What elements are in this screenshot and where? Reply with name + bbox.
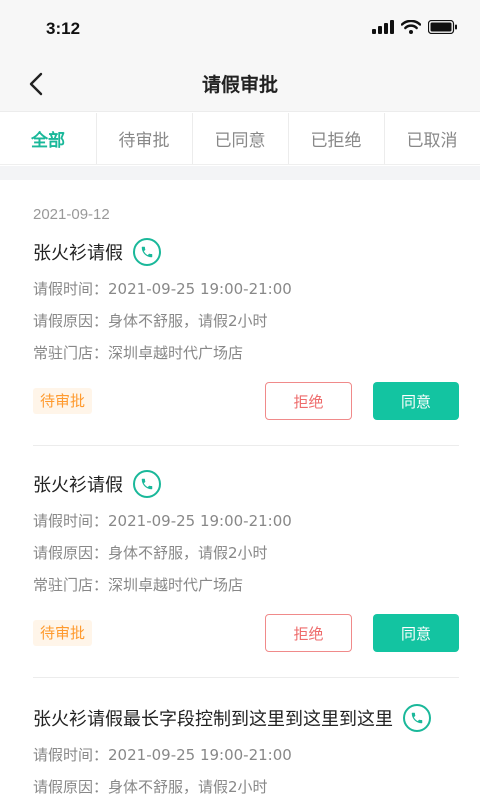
leave-time-value: 2021-09-25 19:00-21:00 [108,512,292,530]
approve-button[interactable]: 同意 [373,614,459,652]
nav-bar: 请假审批 [0,56,480,112]
leave-time-label: 请假时间： [33,512,109,530]
status-badge: 待审批 [33,388,93,414]
battery-icon [428,20,457,34]
leave-reason-row: 请假原因：身体不舒服，请假2小时 [33,542,268,563]
store-label: 常驻门店： [33,344,109,362]
leave-reason-label: 请假原因： [33,544,109,562]
leave-time-label: 请假时间： [33,280,109,298]
leave-reason-row: 请假原因：身体不舒服，请假2小时 [33,776,268,797]
phone-icon[interactable] [133,470,161,498]
store-row: 常驻门店：深圳卓越时代广场店 [33,342,243,363]
status-bar: 3:12 [0,0,480,56]
leave-time-row: 请假时间：2021-09-25 19:00-21:00 [33,510,292,531]
page-title: 请假审批 [201,74,278,96]
applicant-name: 张火衫请假最长字段控制到这里到这里到这里 [33,709,393,730]
reject-button[interactable]: 拒绝 [265,382,352,420]
wifi-icon [401,20,421,34]
reject-button[interactable]: 拒绝 [265,614,352,652]
leave-time-value: 2021-09-25 19:00-21:00 [108,280,292,298]
status-badge: 待审批 [33,620,93,646]
tab-approved[interactable]: 已同意 [192,113,288,164]
leave-time-row: 请假时间：2021-09-25 19:00-21:00 [33,744,292,765]
store-value: 深圳卓越时代广场店 [108,576,244,594]
leave-request-card: 张火衫请假最长字段控制到这里到这里到这里 请假时间：2021-09-25 19:… [33,704,459,800]
leave-request-card: 张火衫请假 请假时间：2021-09-25 19:00-21:00 请假原因：身… [33,470,459,678]
leave-reason-value: 身体不舒服，请假2小时 [108,778,268,796]
leave-reason-label: 请假原因： [33,778,109,796]
card-header: 张火衫请假 [33,470,161,498]
phone-icon[interactable] [403,704,431,732]
tab-rejected[interactable]: 已拒绝 [288,113,384,164]
tab-pending[interactable]: 待审批 [96,113,192,164]
leave-time-value: 2021-09-25 19:00-21:00 [108,746,292,764]
signal-icon [372,20,394,34]
leave-reason-value: 身体不舒服，请假2小时 [108,544,268,562]
approve-button[interactable]: 同意 [373,382,459,420]
status-icons [372,20,458,34]
card-header: 张火衫请假最长字段控制到这里到这里到这里 [33,704,431,732]
leave-request-card: 张火衫请假 请假时间：2021-09-25 19:00-21:00 请假原因：身… [33,238,459,446]
section-gap [0,166,480,180]
store-row: 常驻门店：深圳卓越时代广场店 [33,574,243,595]
filter-tabs: 全部 待审批 已同意 已拒绝 已取消 [0,113,480,165]
leave-reason-row: 请假原因：身体不舒服，请假2小时 [33,310,268,331]
phone-icon[interactable] [133,238,161,266]
applicant-name: 张火衫请假 [33,475,123,496]
applicant-name: 张火衫请假 [33,243,123,264]
leave-reason-value: 身体不舒服，请假2小时 [108,312,268,330]
status-time: 3:12 [46,19,81,38]
leave-request-list: 2021-09-12 张火衫请假 请假时间：2021-09-25 19:00-2… [0,180,480,800]
leave-time-row: 请假时间：2021-09-25 19:00-21:00 [33,278,292,299]
card-header: 张火衫请假 [33,238,161,266]
list-date: 2021-09-12 [33,206,110,223]
leave-reason-label: 请假原因： [33,312,109,330]
store-value: 深圳卓越时代广场店 [108,344,244,362]
tab-all[interactable]: 全部 [0,113,96,164]
leave-time-label: 请假时间： [33,746,109,764]
tab-cancelled[interactable]: 已取消 [384,113,480,164]
store-label: 常驻门店： [33,576,109,594]
